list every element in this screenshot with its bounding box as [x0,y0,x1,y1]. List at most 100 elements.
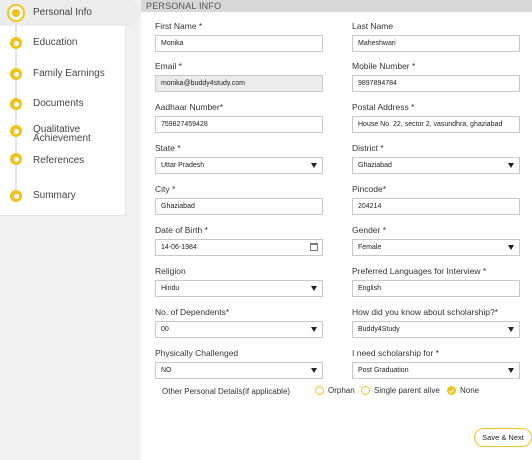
state-value: Uttar Pradesh [161,162,205,169]
sidebar-item-label: Family Earnings [33,68,105,79]
challenged-label: Physically Challenged [155,348,239,358]
gender-select[interactable]: Female [352,239,520,256]
district-group: District * Ghaziabad [352,143,520,174]
pincode-group: Pincode* 204214 [352,184,520,215]
dob-value: 14-06-1984 [161,244,197,251]
calendar-icon[interactable] [310,243,318,251]
chevron-down-icon [508,368,514,373]
first-name-group: First Name * Monika [155,21,323,52]
sidebar-item-label: Summary [33,190,76,201]
need-for-group: I need scholarship for * Post Graduation [352,348,520,379]
step-icon [10,190,22,202]
need-for-select[interactable]: Post Graduation [352,362,520,379]
sidebar-item-education[interactable]: Education [0,30,126,56]
chevron-down-icon [311,327,317,332]
source-label: How did you know about scholarship?* [352,307,499,317]
sidebar-item-personal-info[interactable]: Personal Info [0,0,142,26]
mobile-label: Mobile Number * [352,61,416,71]
postal-address-group: Postal Address * House No. 22, sector 2,… [352,102,520,133]
dependents-label: No. of Dependents* [155,307,230,317]
source-select[interactable]: Buddy4Study [352,321,520,338]
aadhaar-input[interactable]: 759827459428 [155,116,323,133]
state-label: State * [155,143,181,153]
aadhaar-label: Aadhaar Number* [155,102,224,112]
step-icon [10,153,22,165]
city-group: City * Ghaziabad [155,184,323,215]
radio-checked-icon [447,386,456,395]
email-group: Email * monika@buddy4study.com [155,61,323,92]
pincode-input[interactable]: 204214 [352,198,520,215]
aadhaar-group: Aadhaar Number* 759827459428 [155,102,323,133]
chevron-down-icon [508,163,514,168]
step-icon [10,37,22,49]
sidebar-item-label: Personal Info [33,7,92,18]
gender-group: Gender * Female [352,225,520,256]
dob-label: Date of Birth * [155,225,208,235]
radio-label: None [460,386,480,395]
district-select[interactable]: Ghaziabad [352,157,520,174]
dependents-group: No. of Dependents* 00 [155,307,323,338]
religion-group: Religion Hindu [155,266,323,297]
sidebar-item-label: References [33,155,85,166]
language-group: Preferred Languages for Interview * Engl… [352,266,520,297]
dob-group: Date of Birth * 14-06-1984 [155,225,323,256]
religion-label: Religion [155,266,186,276]
language-input[interactable]: English [352,280,520,297]
district-label: District * [352,143,384,153]
postal-address-input[interactable]: House No. 22, sector 2, vasundhra, ghazi… [352,116,520,133]
need-for-value: Post Graduation [358,367,409,374]
challenged-value: NO [161,367,172,374]
email-input[interactable]: monika@buddy4study.com [155,75,323,92]
challenged-select[interactable]: NO [155,362,323,379]
radio-label: Single parent alive [374,386,440,395]
gender-label: Gender * [352,225,387,235]
district-value: Ghaziabad [358,162,392,169]
chevron-down-icon [311,368,317,373]
radio-circle-icon [315,386,324,395]
first-name-label: First Name * [155,21,203,31]
radio-circle-icon [361,386,370,395]
radio-none[interactable]: None [447,386,479,395]
step-current-icon [7,4,25,22]
step-icon [10,98,22,110]
religion-select[interactable]: Hindu [155,280,323,297]
challenged-group: Physically Challenged NO [155,348,323,379]
state-select[interactable]: Uttar Pradesh [155,157,323,174]
need-for-label: I need scholarship for * [352,348,439,358]
last-name-group: Last Name Maheshwari [352,21,520,52]
sidebar-item-family-earnings[interactable]: Family Earnings [0,61,126,87]
source-value: Buddy4Study [358,326,400,333]
sidebar-nav: Personal Info Education Family Earnings … [0,0,142,216]
chevron-down-icon [508,245,514,250]
sidebar-item-references[interactable]: References [0,148,126,174]
first-name-input[interactable]: Monika [155,35,323,52]
sidebar-item-summary[interactable]: Summary [0,183,126,209]
mobile-input[interactable]: 9897894784 [352,75,520,92]
language-label: Preferred Languages for Interview * [352,266,487,276]
source-group: How did you know about scholarship?* Bud… [352,307,520,338]
personal-info-form: PERSONAL INFO First Name * Monika Last N… [141,0,532,460]
last-name-input[interactable]: Maheshwari [352,35,520,52]
section-title: PERSONAL INFO [141,0,532,12]
radio-orphan[interactable]: Orphan [315,386,355,395]
postal-address-label: Postal Address * [352,102,415,112]
chevron-down-icon [508,327,514,332]
city-input[interactable]: Ghaziabad [155,198,323,215]
city-label: City * [155,184,176,194]
radio-label: Orphan [328,386,355,395]
last-name-label: Last Name [352,21,394,31]
sidebar-item-label: Education [33,37,78,48]
step-icon [10,68,22,80]
dob-input[interactable]: 14-06-1984 [155,239,323,256]
radio-single-parent[interactable]: Single parent alive [361,386,440,395]
chevron-down-icon [311,286,317,291]
sidebar-item-qualitative-achievement[interactable]: Qualitative Achievement [0,122,126,150]
chevron-down-icon [311,163,317,168]
sidebar-item-documents[interactable]: Documents [0,91,126,117]
step-icon [10,125,22,137]
sidebar-item-label: Documents [33,98,84,109]
gender-value: Female [358,244,382,251]
dependents-select[interactable]: 00 [155,321,323,338]
save-next-button[interactable]: Save & Next [474,428,532,447]
other-details-label: Other Personal Details(if applicable) [162,387,291,396]
